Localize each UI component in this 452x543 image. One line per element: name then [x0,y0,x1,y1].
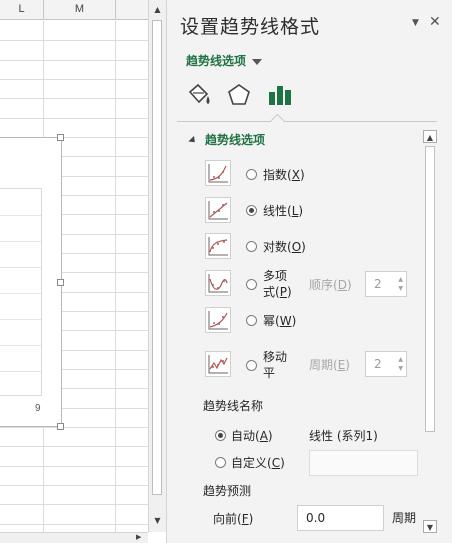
chart-resize-handle[interactable] [57,279,64,286]
linear-label: 线性(L) [263,204,304,218]
radio-name-custom[interactable] [215,457,226,468]
scroll-down-icon[interactable]: ▼ [151,514,164,527]
trendline-options-dropdown[interactable]: 趋势线选项 [186,52,263,69]
paint-bucket-icon [188,83,210,104]
scroll-up-icon[interactable]: ▲ [151,3,164,16]
pane-scrollbar[interactable]: ▲ ▼ [423,130,437,534]
gridline [0,98,148,99]
forecast-forward-label: 向前(F) [213,512,254,526]
gridline [0,504,148,505]
pane-title: 设置趋势线格式 [180,16,321,38]
effects-tab[interactable] [225,82,253,108]
forecast-unit-label: 周期 [392,511,417,525]
worksheet-area[interactable]: L M 9 ▶ [0,0,148,543]
radio-exponential[interactable] [246,169,257,180]
chart-gridline [0,293,41,294]
gridline [0,60,148,61]
chart-gridline [0,345,41,346]
section-trendline-options[interactable]: 趋势线选项 [188,131,266,148]
spin-up-icon[interactable]: ▲ [398,356,403,363]
scrollbar-thumb[interactable] [152,20,162,495]
forecast-forward-value: 0.0 [306,511,326,525]
exponential-label: 指数(X) [263,168,305,182]
pane-scrollbar-thumb[interactable] [425,146,435,432]
exponential-trendline-icon [205,160,231,186]
logarithmic-label: 对数(O) [263,240,306,254]
period-spinner[interactable]: 2 ▲ ▼ [365,351,407,377]
gridline [0,446,148,447]
polynomial-label: 多项 式(P) [263,269,292,299]
gridline [0,524,148,525]
forecast-forward-input[interactable]: 0.0 [297,505,384,531]
order-spinner[interactable]: 2 ▲ ▼ [365,271,407,297]
format-trendline-pane: 设置趋势线格式 ▼ ✕ 趋势线选项 趋势线选项 指数(X) 线性(L) 对数(O… [166,0,452,543]
column-header-l[interactable]: L [0,0,44,19]
chevron-down-icon [252,58,263,65]
section-title: 趋势线选项 [205,133,266,147]
chart-gridline [0,241,41,242]
chart-axis-tick-label: 9 [35,403,41,414]
pane-options-dropdown-icon[interactable]: ▼ [412,18,419,28]
trendline-name-heading: 趋势线名称 [203,399,264,413]
chart-resize-handle[interactable] [57,423,64,430]
spin-up-icon[interactable]: ▲ [398,276,403,283]
gridline [0,118,148,119]
scroll-right-icon[interactable]: ▶ [136,533,141,541]
spin-down-icon[interactable]: ▼ [398,365,403,372]
gridline [115,19,116,539]
scroll-up-icon[interactable]: ▲ [423,130,437,143]
name-custom-label: 自定义(C) [231,456,285,470]
gridline [0,79,148,80]
active-tab-indicator [269,113,286,130]
trendline-options-dropdown-label: 趋势线选项 [186,54,247,68]
chart-resize-handle[interactable] [57,134,64,141]
column-header-m[interactable]: M [44,0,116,19]
power-trendline-icon [205,307,231,333]
gridline [0,466,148,467]
radio-polynomial[interactable] [246,279,257,290]
radio-power[interactable] [246,315,257,326]
name-automatic-label: 自动(A) [231,429,273,443]
moving-average-label: 移动平 [263,350,288,380]
chart-gridline [0,267,41,268]
spin-down-icon[interactable]: ▼ [398,285,403,292]
chart-gridline [0,319,41,320]
tab-divider [177,121,437,122]
gridline [0,427,148,428]
pentagon-icon [228,84,250,105]
fill-line-tab[interactable] [185,82,213,108]
period-label: 周期(E) [309,358,350,372]
radio-name-automatic[interactable] [215,430,226,441]
chart-gridline [0,371,41,372]
linear-trendline-icon [205,197,231,223]
collapse-triangle-icon [188,135,198,146]
automatic-name-value: 线性 (系列1) [309,429,378,443]
forecast-heading: 趋势预测 [203,484,252,498]
horizontal-scrollbar[interactable]: ▶ [0,532,148,543]
chart-plot-area[interactable] [0,188,42,396]
period-value: 2 [374,357,382,371]
order-label: 顺序(D) [309,278,352,292]
gridline [0,485,148,486]
polynomial-trendline-icon [205,270,231,296]
embedded-chart[interactable]: 9 [0,137,62,427]
bar-chart-icon [269,86,291,105]
order-value: 2 [374,277,382,291]
power-label: 幂(W) [263,314,297,328]
radio-linear[interactable] [246,205,257,216]
column-header-row: L M [0,0,148,20]
moving-average-trendline-icon [205,351,231,377]
scroll-down-icon[interactable]: ▼ [423,520,437,533]
close-icon[interactable]: ✕ [429,14,441,30]
gridline [0,40,148,41]
radio-moving-average[interactable] [246,360,257,371]
logarithmic-trendline-icon [205,233,231,259]
vertical-scrollbar[interactable]: ▲ ▼ [148,0,166,532]
radio-logarithmic[interactable] [246,241,257,252]
chart-gridline [0,215,41,216]
trendline-options-tab[interactable] [266,82,294,108]
custom-name-input[interactable] [309,450,418,476]
